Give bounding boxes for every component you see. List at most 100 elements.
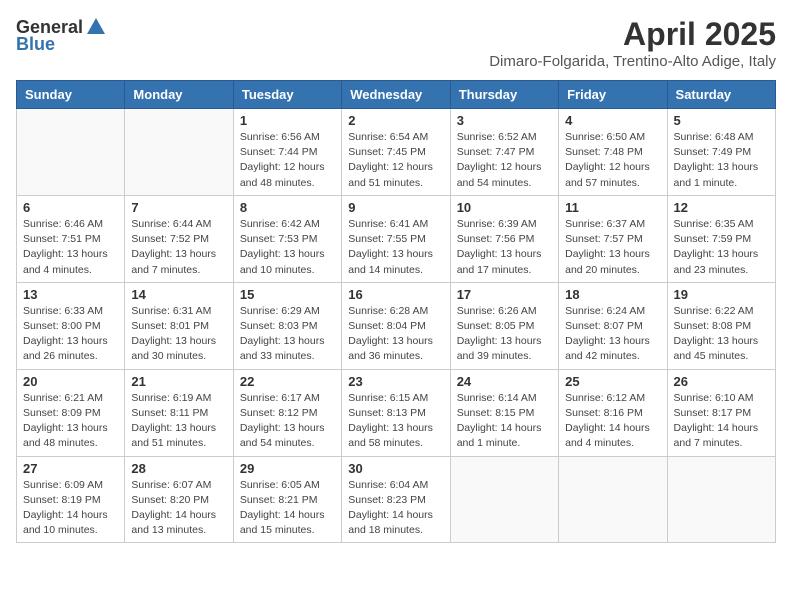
day-number: 24 [457, 374, 552, 389]
day-number: 19 [674, 287, 769, 302]
day-number: 12 [674, 200, 769, 215]
day-number: 7 [131, 200, 226, 215]
calendar-cell: 23 Sunrise: 6:15 AMSunset: 8:13 PMDayligh… [342, 369, 450, 456]
day-info: Sunrise: 6:48 AMSunset: 7:49 PMDaylight:… [674, 130, 769, 191]
calendar-cell: 13 Sunrise: 6:33 AMSunset: 8:00 PMDayligh… [17, 282, 125, 369]
calendar-cell: 15 Sunrise: 6:29 AMSunset: 8:03 PMDayligh… [233, 282, 341, 369]
day-info: Sunrise: 6:37 AMSunset: 7:57 PMDaylight:… [565, 217, 660, 278]
day-number: 1 [240, 113, 335, 128]
calendar-cell: 25 Sunrise: 6:12 AMSunset: 8:16 PMDayligh… [559, 369, 667, 456]
calendar-cell: 24 Sunrise: 6:14 AMSunset: 8:15 PMDayligh… [450, 369, 558, 456]
day-info: Sunrise: 6:28 AMSunset: 8:04 PMDaylight:… [348, 304, 443, 365]
calendar-cell: 10Sunrise: 6:39 AMSunset: 7:56 PMDayligh… [450, 195, 558, 282]
day-info: Sunrise: 6:17 AMSunset: 8:12 PMDaylight:… [240, 391, 335, 452]
day-info: Sunrise: 6:50 AMSunset: 7:48 PMDaylight:… [565, 130, 660, 191]
day-info: Sunrise: 6:35 AMSunset: 7:59 PMDaylight:… [674, 217, 769, 278]
location-title: Dimaro-Folgarida, Trentino-Alto Adige, I… [489, 53, 776, 70]
day-number: 14 [131, 287, 226, 302]
calendar-cell: 9Sunrise: 6:41 AMSunset: 7:55 PMDaylight… [342, 195, 450, 282]
calendar-cell: 12 Sunrise: 6:35 AMSunset: 7:59 PMDayligh… [667, 195, 775, 282]
day-info: Sunrise: 6:22 AMSunset: 8:08 PMDaylight:… [674, 304, 769, 365]
day-number: 17 [457, 287, 552, 302]
calendar-week-row: 20Sunrise: 6:21 AMSunset: 8:09 PMDayligh… [17, 369, 776, 456]
calendar-cell: 28 Sunrise: 6:07 AMSunset: 8:20 PMDayligh… [125, 456, 233, 543]
calendar-cell: 2 Sunrise: 6:54 AMSunset: 7:45 PMDaylight… [342, 109, 450, 196]
day-number: 8 [240, 200, 335, 215]
day-number: 20 [23, 374, 118, 389]
calendar-cell [125, 109, 233, 196]
day-number: 22 [240, 374, 335, 389]
weekday-header: Tuesday [233, 81, 341, 109]
day-number: 11 [565, 200, 660, 215]
calendar-table: SundayMondayTuesdayWednesdayThursdayFrid… [16, 80, 776, 543]
day-info: Sunrise: 6:42 AMSunset: 7:53 PMDaylight:… [240, 217, 335, 278]
day-number: 16 [348, 287, 443, 302]
title-section: April 2025 Dimaro-Folgarida, Trentino-Al… [489, 16, 776, 70]
day-number: 18 [565, 287, 660, 302]
weekday-header: Friday [559, 81, 667, 109]
day-number: 6 [23, 200, 118, 215]
calendar-cell: 11 Sunrise: 6:37 AMSunset: 7:57 PMDayligh… [559, 195, 667, 282]
calendar-cell [559, 456, 667, 543]
day-number: 5 [674, 113, 769, 128]
day-number: 3 [457, 113, 552, 128]
day-info: Sunrise: 6:33 AMSunset: 8:00 PMDaylight:… [23, 304, 118, 365]
day-info: Sunrise: 6:44 AMSunset: 7:52 PMDaylight:… [131, 217, 226, 278]
day-info: Sunrise: 6:46 AMSunset: 7:51 PMDaylight:… [23, 217, 118, 278]
month-title: April 2025 [489, 16, 776, 53]
day-number: 28 [131, 461, 226, 476]
day-info: Sunrise: 6:26 AMSunset: 8:05 PMDaylight:… [457, 304, 552, 365]
logo: General Blue [16, 16, 107, 55]
calendar-cell: 27 Sunrise: 6:09 AMSunset: 8:19 PMDayligh… [17, 456, 125, 543]
day-number: 25 [565, 374, 660, 389]
day-number: 15 [240, 287, 335, 302]
day-info: Sunrise: 6:09 AMSunset: 8:19 PMDaylight:… [23, 478, 118, 539]
calendar-cell: 29 Sunrise: 6:05 AMSunset: 8:21 PMDayligh… [233, 456, 341, 543]
calendar-cell: 20Sunrise: 6:21 AMSunset: 8:09 PMDayligh… [17, 369, 125, 456]
calendar-week-row: 13 Sunrise: 6:33 AMSunset: 8:00 PMDayligh… [17, 282, 776, 369]
calendar-cell: 16 Sunrise: 6:28 AMSunset: 8:04 PMDayligh… [342, 282, 450, 369]
day-number: 26 [674, 374, 769, 389]
day-number: 23 [348, 374, 443, 389]
day-number: 13 [23, 287, 118, 302]
day-number: 2 [348, 113, 443, 128]
day-info: Sunrise: 6:54 AMSunset: 7:45 PMDaylight:… [348, 130, 443, 191]
calendar-cell: 6 Sunrise: 6:46 AMSunset: 7:51 PMDaylight… [17, 195, 125, 282]
calendar-cell [450, 456, 558, 543]
day-info: Sunrise: 6:19 AMSunset: 8:11 PMDaylight:… [131, 391, 226, 452]
day-info: Sunrise: 6:29 AMSunset: 8:03 PMDaylight:… [240, 304, 335, 365]
calendar-cell: 4Sunrise: 6:50 AMSunset: 7:48 PMDaylight… [559, 109, 667, 196]
day-info: Sunrise: 6:10 AMSunset: 8:17 PMDaylight:… [674, 391, 769, 452]
weekday-header: Saturday [667, 81, 775, 109]
day-info: Sunrise: 6:31 AMSunset: 8:01 PMDaylight:… [131, 304, 226, 365]
day-number: 29 [240, 461, 335, 476]
day-info: Sunrise: 6:12 AMSunset: 8:16 PMDaylight:… [565, 391, 660, 452]
day-info: Sunrise: 6:05 AMSunset: 8:21 PMDaylight:… [240, 478, 335, 539]
calendar-week-row: 27 Sunrise: 6:09 AMSunset: 8:19 PMDayligh… [17, 456, 776, 543]
calendar-cell: 7 Sunrise: 6:44 AMSunset: 7:52 PMDaylight… [125, 195, 233, 282]
weekday-header: Monday [125, 81, 233, 109]
weekday-header: Sunday [17, 81, 125, 109]
day-info: Sunrise: 6:39 AMSunset: 7:56 PMDaylight:… [457, 217, 552, 278]
calendar-cell [667, 456, 775, 543]
day-number: 30 [348, 461, 443, 476]
day-info: Sunrise: 6:07 AMSunset: 8:20 PMDaylight:… [131, 478, 226, 539]
day-number: 27 [23, 461, 118, 476]
calendar-cell: 8 Sunrise: 6:42 AMSunset: 7:53 PMDaylight… [233, 195, 341, 282]
day-info: Sunrise: 6:15 AMSunset: 8:13 PMDaylight:… [348, 391, 443, 452]
calendar-week-row: 6 Sunrise: 6:46 AMSunset: 7:51 PMDaylight… [17, 195, 776, 282]
day-info: Sunrise: 6:24 AMSunset: 8:07 PMDaylight:… [565, 304, 660, 365]
calendar-cell: 21Sunrise: 6:19 AMSunset: 8:11 PMDayligh… [125, 369, 233, 456]
weekday-header: Wednesday [342, 81, 450, 109]
calendar-cell: 18 Sunrise: 6:24 AMSunset: 8:07 PMDayligh… [559, 282, 667, 369]
calendar-cell: 26 Sunrise: 6:10 AMSunset: 8:17 PMDayligh… [667, 369, 775, 456]
day-info: Sunrise: 6:52 AMSunset: 7:47 PMDaylight:… [457, 130, 552, 191]
calendar-cell [17, 109, 125, 196]
calendar-cell: 30Sunrise: 6:04 AMSunset: 8:23 PMDayligh… [342, 456, 450, 543]
day-info: Sunrise: 6:14 AMSunset: 8:15 PMDaylight:… [457, 391, 552, 452]
calendar-cell: 1 Sunrise: 6:56 AMSunset: 7:44 PMDaylight… [233, 109, 341, 196]
day-info: Sunrise: 6:56 AMSunset: 7:44 PMDaylight:… [240, 130, 335, 191]
calendar-header-row: SundayMondayTuesdayWednesdayThursdayFrid… [17, 81, 776, 109]
calendar-cell: 3 Sunrise: 6:52 AMSunset: 7:47 PMDaylight… [450, 109, 558, 196]
calendar-cell: 19 Sunrise: 6:22 AMSunset: 8:08 PMDayligh… [667, 282, 775, 369]
